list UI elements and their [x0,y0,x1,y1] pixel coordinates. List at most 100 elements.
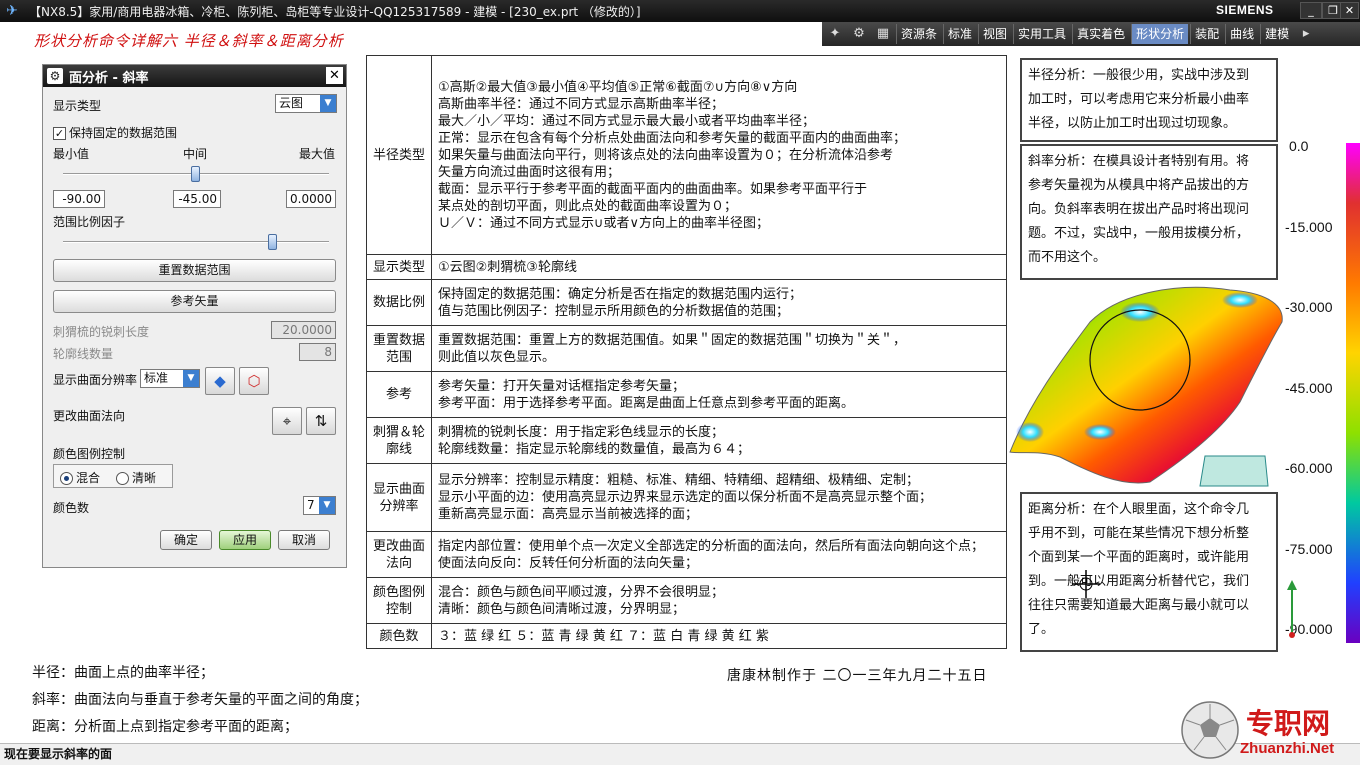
toolbar-curve[interactable]: 曲线 [1225,24,1258,44]
row-content: ３：蓝 绿 红 ５：蓝 青 绿 黄 红 ７：蓝 白 青 绿 黄 红 紫 [431,623,1007,649]
reference-vector-button[interactable]: 参考矢量 [53,290,336,313]
scale-label: -30.000 [1285,299,1333,315]
row-label: 数据比例 [366,279,432,326]
scale-slider-track[interactable] [63,241,329,243]
inner-location-icon[interactable]: ⌖ [272,407,302,435]
toolbar-view[interactable]: 视图 [978,24,1011,44]
watermark: 专职网 Zhuanzhi.Net [1180,700,1360,762]
range-slider-thumb[interactable] [191,166,200,182]
gear-icon[interactable]: ⚙ [848,24,870,44]
row-line: 重新高亮显示面：高亮显示当前被选择的面； [438,507,699,522]
reference-plane-icon[interactable] [1199,455,1269,487]
keep-range-row[interactable]: ✓ 保持固定的数据范围 [53,124,177,141]
min-label: 最小值 [53,147,90,161]
status-bar: 现在要显示斜率的面 [0,743,1360,765]
distance-analysis-box: 距离分析：在个人眼里面，这个命令几 乎用不到，可能在某些情况下想分析整 个面到某… [1020,492,1278,652]
resolution-value: 标准 [144,371,169,385]
siemens-brand: SIEMENS [1216,3,1274,17]
window-title: 【NX8.5】家用/商用电器冰箱、冷柜、陈列柜、岛柜等专业设计-QQ125317… [29,4,641,19]
scale-slider-thumb[interactable] [268,234,277,250]
table-row: 颜色图例控制 混合：颜色与颜色间平顺过渡，分界不会很明显； 清晰：颜色与颜色间清晰过… [366,577,1007,624]
grid-icon[interactable]: ▦ [872,24,894,44]
row-label: 重置数据范围 [366,325,432,372]
keep-range-label: 保持固定的数据范围 [69,126,178,140]
chevron-right-icon[interactable]: ▸ [1295,24,1317,44]
slope-line: 参考矢量视为从模具中将产品拔出的方 [1028,178,1250,193]
ok-button[interactable]: 确定 [160,530,212,550]
distance-line: 距离分析：在个人眼里面，这个命令几 [1028,502,1250,517]
cancel-button[interactable]: 取消 [278,530,330,550]
blend-radio[interactable] [60,472,73,485]
row-content: 指定内部位置：使用单个点一次定义全部选定的分析面的面法向，然后所有面法向朝向这个… [431,531,1007,578]
stub-length-field[interactable]: 20.0000 [271,321,336,339]
row-line: 显示分辨率：控制显示精度：粗糙、标准、精细、特精细、超精细、极精细、定制； [438,473,920,488]
row-label: 颜色图例控制 [366,577,432,624]
toolbar-assembly[interactable]: 装配 [1190,24,1223,44]
color-count-label: 颜色数 [53,501,90,515]
table-row: 颜色数 ３：蓝 绿 红 ５：蓝 青 绿 黄 红 ７：蓝 白 青 绿 黄 红 紫 [366,623,1007,649]
table-row: 重置数据范围 重置数据范围：重置上方的数据范围值。如果＂固定的数据范围＂切换为＂关… [366,325,1007,372]
table-row: 参考 参考矢量：打开矢量对话框指定参考矢量； 参考平面：用于选择参考平面。距离是曲面… [366,371,1007,418]
minimize-button[interactable]: _ [1300,2,1322,19]
display-type-value: 云图 [279,96,304,110]
range-scale-label: 范围比例因子 [53,215,126,229]
distance-line: 个面到某一个平面的距离时，或许能用 [1028,550,1250,565]
toolbar-utilities[interactable]: 实用工具 [1013,24,1070,44]
nx-app-icon: ✈ [6,3,18,19]
dialog-gear-icon[interactable]: ⚙ [47,68,63,84]
status-text: 现在要显示斜率的面 [4,747,113,761]
sharp-radio-row[interactable]: 清晰 [116,469,156,486]
toolbar-shape-analysis[interactable]: 形状分析 [1131,24,1189,44]
blend-radio-row[interactable]: 混合 [60,469,100,486]
note-slope: 斜率：曲面法向与垂直于参考矢量的平面之间的角度； [32,692,368,708]
slope-line: 斜率分析：在模具设计者特别有用。将 [1028,154,1250,169]
face-analysis-slope-dialog: ⚙ 面分析 - 斜率 ✕ 显示类型 云图 ▼ ✓ 保持固定的数据范围 最小值 中间… [42,64,347,568]
toolbar-true-shading[interactable]: 真实着色 [1072,24,1129,44]
contour-count-label: 轮廓线数量 [53,347,114,361]
row-line: 保持固定的数据范围：确定分析是否在指定的数据范围内运行； [438,286,803,302]
row-content: 重置数据范围：重置上方的数据范围值。如果＂固定的数据范围＂切换为＂关＂， 则此值以… [431,325,1007,372]
mid-value-field[interactable]: -45.00 [173,190,221,208]
row-line: 如果矢量与曲面法向平行，则将该点处的法向曲率设置为０；在分析流体沿参考 [438,147,894,163]
slope-line: 向。负斜率表明在拔出产品时将出现问 [1028,202,1250,217]
min-value-field[interactable]: -90.00 [53,190,105,208]
row-content: 显示分辨率：控制显示精度：粗糙、标准、精细、特精细、超精细、极精细、定制； 显示小… [431,463,1007,532]
max-value-field[interactable]: 0.0000 [286,190,336,208]
slope-analysis-surface[interactable] [1000,282,1286,492]
dialog-close-icon[interactable]: ✕ [326,67,343,84]
keep-range-checkbox[interactable]: ✓ [53,127,66,140]
axis-triad-icon [1287,580,1297,638]
scale-label: -75.000 [1285,541,1333,557]
toolbar-resource-bar[interactable]: 资源条 [896,24,941,44]
contour-count-field[interactable]: 8 [299,343,336,361]
close-window-button[interactable]: ✕ [1340,2,1359,19]
row-line: 参考矢量：打开矢量对话框指定参考矢量； [438,378,686,394]
facet-edges-icon[interactable]: ◆ [205,367,235,395]
row-line: ①云图②刺猬梳③轮廓线 [438,259,577,275]
display-type-label: 显示类型 [53,99,102,113]
row-line: ①高斯②最大值③最小值④平均值⑤正常⑥截面⑦∪方向⑧∨方向 [438,79,798,95]
row-line: 高斯曲率半径：通过不同方式显示高斯曲率半径； [438,96,725,112]
bird-icon[interactable]: ✦ [824,24,846,44]
row-line: 值与范围比例因子：控制显示所用颜色的分析数据值的范围； [438,303,790,319]
table-row: 显示类型 ①云图②刺猬梳③轮廓线 [366,254,1007,280]
resolution-select[interactable]: 标准 ▼ [140,369,200,388]
reset-range-button[interactable]: 重置数据范围 [53,259,336,282]
radius-line: 半径，以防止加工时出现过切现象。 [1028,116,1237,131]
toolbar-standard[interactable]: 标准 [943,24,976,44]
note-distance: 距离：分析面上点到指定参考平面的距离； [32,719,298,735]
row-label: 更改曲面法向 [366,531,432,578]
row-line: 显示小平面的边：使用高亮显示边界来显示选定的面以保分析面不是高亮显示整个面； [438,490,933,505]
sharp-radio[interactable] [116,472,129,485]
row-content: 刺猬梳的锐刺长度：用于指定彩色线显示的长度； 轮廓线数量：指定显示轮廓线的数量值，… [431,417,1007,464]
slope-line: 而不用这个。 [1028,250,1107,265]
toolbar-modeling[interactable]: 建模 [1260,24,1293,44]
color-count-select[interactable]: 7 ▼ [303,496,336,515]
reverse-normal-icon[interactable]: ⇅ [306,407,336,435]
display-type-select[interactable]: 云图 ▼ [275,94,337,113]
table-row: 半径类型 ①高斯②最大值③最小值④平均值⑤正常⑥截面⑦∪方向⑧∨方向 高斯曲率半径：… [366,55,1007,255]
rehighlight-face-icon[interactable]: ⬡ [239,367,269,395]
apply-button[interactable]: 应用 [219,530,271,550]
table-row: 显示曲面分辨率 显示分辨率：控制显示精度：粗糙、标准、精细、特精细、超精细、极精细… [366,463,1007,532]
row-label: 参考 [366,371,432,418]
